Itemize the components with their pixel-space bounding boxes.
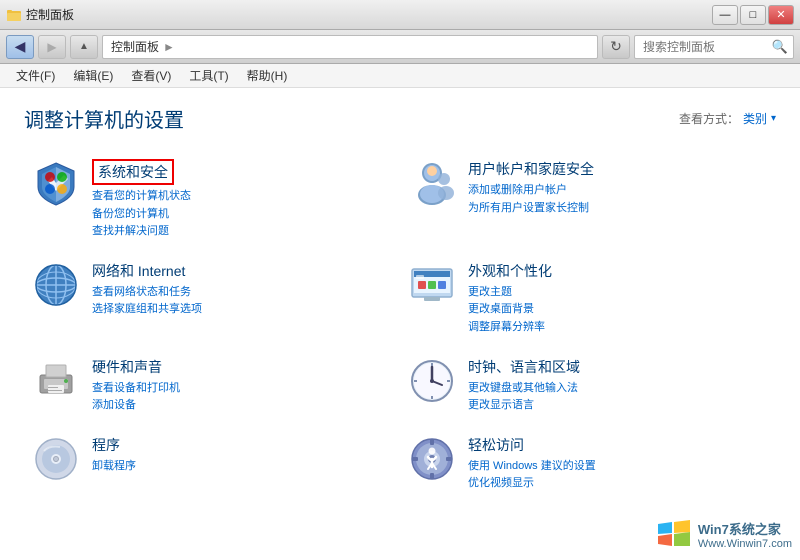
- back-button[interactable]: ◀: [6, 35, 34, 59]
- view-mode: 查看方式： 类别 ▾: [679, 110, 776, 127]
- cp-link-access-1[interactable]: 优化视频显示: [468, 475, 768, 493]
- cp-item-appearance[interactable]: 外观和个性化 更改主题 更改桌面背景 调整屏幕分辨率: [400, 251, 776, 347]
- cp-link-hardware-0[interactable]: 查看设备和打印机: [92, 380, 392, 398]
- cp-item-hardware[interactable]: 硬件和声音 查看设备和打印机 添加设备: [24, 347, 400, 425]
- hardware-icon: [32, 357, 80, 405]
- cp-title-hardware[interactable]: 硬件和声音: [92, 357, 392, 377]
- cp-title-appearance[interactable]: 外观和个性化: [468, 261, 768, 281]
- watermark-logo: Win7系统之家 Www.Winwin7.com: [656, 516, 792, 552]
- cp-item-user-accounts[interactable]: 用户帐户和家庭安全 添加或删除用户帐户 为所有用户设置家长控制: [400, 149, 776, 251]
- refresh-button[interactable]: ↻: [602, 35, 630, 59]
- title-bar-left: 控制面板: [6, 6, 74, 23]
- cp-item-network[interactable]: 网络和 Internet 查看网络状态和任务 选择家庭组和共享选项: [24, 251, 400, 347]
- cp-item-programs[interactable]: 程序 卸载程序: [24, 425, 400, 503]
- search-wrap: 🔍: [634, 35, 794, 59]
- cp-link-system-1[interactable]: 备份您的计算机: [92, 206, 392, 224]
- cp-title-network[interactable]: 网络和 Internet: [92, 261, 392, 281]
- cp-item-clock[interactable]: 时钟、语言和区域 更改键盘或其他输入法 更改显示语言: [400, 347, 776, 425]
- globe-icon: [32, 261, 80, 309]
- cp-title-system-security[interactable]: 系统和安全: [92, 159, 174, 185]
- address-field[interactable]: 控制面板 ►: [102, 35, 598, 59]
- main-content: 调整计算机的设置 查看方式： 类别 ▾: [0, 88, 800, 560]
- cp-link-appearance-0[interactable]: 更改主题: [468, 284, 768, 302]
- user-icon: [408, 159, 456, 207]
- forward-button[interactable]: ▶: [38, 35, 66, 59]
- chevron-down-icon[interactable]: ▾: [771, 113, 776, 124]
- close-button[interactable]: ✕: [768, 5, 794, 25]
- menu-edit[interactable]: 编辑(E): [65, 65, 121, 86]
- menu-file[interactable]: 文件(F): [8, 65, 63, 86]
- cp-info-hardware: 硬件和声音 查看设备和打印机 添加设备: [92, 357, 392, 415]
- cp-link-hardware-1[interactable]: 添加设备: [92, 397, 392, 415]
- cp-grid: 系统和安全 查看您的计算机状态 备份您的计算机 查找并解决问题: [24, 149, 776, 503]
- address-path: 控制面板: [111, 38, 159, 55]
- accessibility-icon: [408, 435, 456, 483]
- search-icon: 🔍: [772, 39, 788, 55]
- breadcrumb-arrow: ►: [163, 40, 175, 54]
- cp-title-user-accounts[interactable]: 用户帐户和家庭安全: [468, 159, 768, 179]
- cp-info-appearance: 外观和个性化 更改主题 更改桌面背景 调整屏幕分辨率: [468, 261, 768, 337]
- cp-info-clock: 时钟、语言和区域 更改键盘或其他输入法 更改显示语言: [468, 357, 768, 415]
- menu-tools[interactable]: 工具(T): [181, 65, 236, 86]
- cp-title-clock[interactable]: 时钟、语言和区域: [468, 357, 768, 377]
- cp-link-clock-0[interactable]: 更改键盘或其他输入法: [468, 380, 768, 398]
- watermark: Win7系统之家 Www.Winwin7.com: [656, 516, 792, 552]
- watermark-line1: Win7系统之家: [698, 519, 792, 538]
- page-header: 调整计算机的设置 查看方式： 类别 ▾: [24, 104, 776, 133]
- watermark-line2: Www.Winwin7.com: [698, 538, 792, 550]
- cp-link-access-0[interactable]: 使用 Windows 建议的设置: [468, 458, 768, 476]
- cp-link-network-1[interactable]: 选择家庭组和共享选项: [92, 301, 392, 319]
- folder-icon: [6, 7, 22, 23]
- minimize-button[interactable]: —: [712, 5, 738, 25]
- cp-info-programs: 程序 卸载程序: [92, 435, 392, 476]
- clock-icon: [408, 357, 456, 405]
- menu-help[interactable]: 帮助(H): [239, 65, 296, 86]
- cp-link-user-0[interactable]: 添加或删除用户帐户: [468, 182, 768, 200]
- cp-link-programs-0[interactable]: 卸载程序: [92, 458, 392, 476]
- cp-link-system-2[interactable]: 查找并解决问题: [92, 223, 392, 241]
- view-mode-value[interactable]: 类别: [743, 110, 767, 127]
- view-mode-label: 查看方式：: [679, 110, 739, 127]
- programs-icon: [32, 435, 80, 483]
- cp-item-accessibility[interactable]: 轻松访问 使用 Windows 建议的设置 优化视频显示: [400, 425, 776, 503]
- up-button[interactable]: ▲: [70, 35, 98, 59]
- title-bar-controls: — □ ✕: [712, 5, 794, 25]
- address-bar: ◀ ▶ ▲ 控制面板 ► ↻ 🔍: [0, 30, 800, 64]
- cp-link-user-1[interactable]: 为所有用户设置家长控制: [468, 200, 768, 218]
- maximize-button[interactable]: □: [740, 5, 766, 25]
- menu-view[interactable]: 查看(V): [123, 65, 179, 86]
- cp-title-accessibility[interactable]: 轻松访问: [468, 435, 768, 455]
- title-bar: 控制面板 — □ ✕: [0, 0, 800, 30]
- watermark-text-block: Win7系统之家 Www.Winwin7.com: [698, 519, 792, 550]
- cp-title-programs[interactable]: 程序: [92, 435, 392, 455]
- appearance-icon: [408, 261, 456, 309]
- cp-info-network: 网络和 Internet 查看网络状态和任务 选择家庭组和共享选项: [92, 261, 392, 319]
- cp-link-network-0[interactable]: 查看网络状态和任务: [92, 284, 392, 302]
- cp-info-system-security: 系统和安全 查看您的计算机状态 备份您的计算机 查找并解决问题: [92, 159, 392, 241]
- shield-icon: [32, 159, 80, 207]
- cp-item-system-security[interactable]: 系统和安全 查看您的计算机状态 备份您的计算机 查找并解决问题: [24, 149, 400, 251]
- windows-logo-icon: [656, 516, 692, 552]
- cp-link-system-0[interactable]: 查看您的计算机状态: [92, 188, 392, 206]
- cp-info-user-accounts: 用户帐户和家庭安全 添加或删除用户帐户 为所有用户设置家长控制: [468, 159, 768, 217]
- menu-bar: 文件(F) 编辑(E) 查看(V) 工具(T) 帮助(H): [0, 64, 800, 88]
- cp-link-clock-1[interactable]: 更改显示语言: [468, 397, 768, 415]
- cp-link-appearance-2[interactable]: 调整屏幕分辨率: [468, 319, 768, 337]
- cp-info-accessibility: 轻松访问 使用 Windows 建议的设置 优化视频显示: [468, 435, 768, 493]
- page-title: 调整计算机的设置: [24, 104, 184, 133]
- search-input[interactable]: [634, 35, 794, 59]
- title-bar-text: 控制面板: [26, 6, 74, 23]
- cp-link-appearance-1[interactable]: 更改桌面背景: [468, 301, 768, 319]
